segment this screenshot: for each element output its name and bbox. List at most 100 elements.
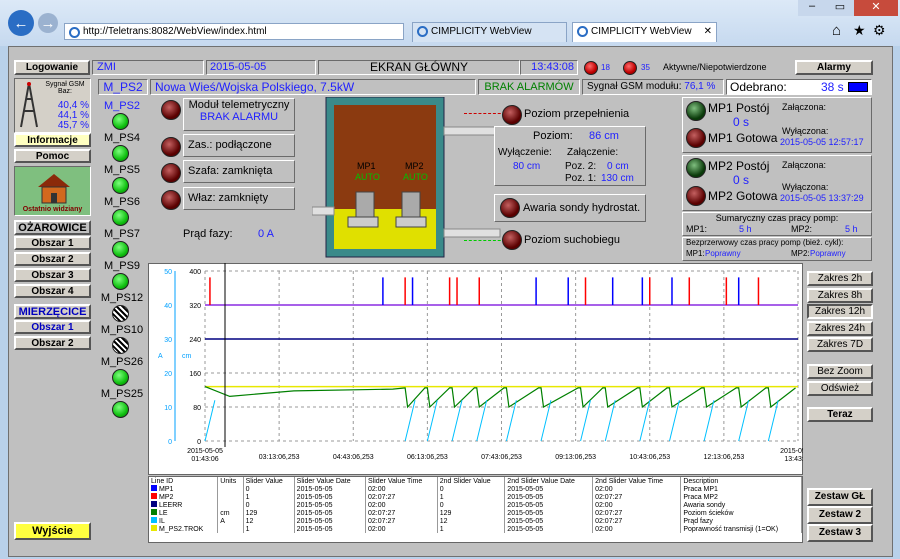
range-button-3[interactable]: Zakres 24h xyxy=(807,320,873,336)
ozarowice-header: OŻAROWICE xyxy=(14,220,91,235)
legend-value: Praca MP1 xyxy=(683,485,718,493)
legend-cell: 02:00 xyxy=(592,501,682,509)
minimize-icon[interactable]: – xyxy=(798,0,826,16)
mierz-obszar-1[interactable]: Obszar 1 xyxy=(14,320,91,334)
legend-cell: 02:07:27 xyxy=(365,493,438,501)
legend-row[interactable]: MP1 0 2015-05-05 02:00 0 2015-05-05 02:00 Praca… xyxy=(149,485,802,493)
recent-label: Ostatnio widziany xyxy=(22,206,83,213)
station-led-8[interactable] xyxy=(112,369,129,386)
legend-value: 2015-05-05 xyxy=(507,517,544,525)
range-button-0[interactable]: Zakres 2h xyxy=(807,271,873,286)
address-bar[interactable]: http://Teletrans:8082/WebView/index.html xyxy=(64,23,404,40)
favorites-icon[interactable]: ★ xyxy=(853,22,866,39)
ozar-obszar-1[interactable]: Obszar 1 xyxy=(14,236,91,250)
legend-cell: Prąd fazy xyxy=(680,517,802,525)
legend-cell: 2015-05-05 xyxy=(504,493,594,501)
station-label-6[interactable]: M_PS12 xyxy=(98,292,146,304)
alarm-led-1 xyxy=(584,61,598,75)
mp2-off-time: 2015-05-05 13:37:29 xyxy=(780,193,864,203)
station-led-7[interactable] xyxy=(112,337,129,354)
maximize-icon[interactable]: ▭ xyxy=(826,0,854,16)
header-date: 2015-05-05 xyxy=(206,60,316,75)
legend-cell: 02:07:27 xyxy=(592,493,682,501)
cont-title: Bezprzerwowy czas pracy pomp (bież. cykl… xyxy=(686,238,844,247)
station-led-3[interactable] xyxy=(112,209,129,226)
sum-mp1: 5 h xyxy=(739,224,752,234)
legend-value: 02:00 xyxy=(595,525,613,533)
mp1-off-time: 2015-05-05 12:57:17 xyxy=(780,137,864,147)
legend-value: 02:07:27 xyxy=(367,493,396,501)
range-button-2[interactable]: Zakres 12h xyxy=(807,304,873,319)
station-led-1[interactable] xyxy=(112,145,129,162)
legend-cell: 2015-05-05 xyxy=(294,525,366,533)
station-led-9[interactable] xyxy=(112,401,129,418)
legend-value: Praca MP2 xyxy=(683,493,718,501)
ozar-obszar-3[interactable]: Obszar 3 xyxy=(14,268,91,282)
forward-button[interactable]: → xyxy=(38,13,58,33)
station-label-4[interactable]: M_PS7 xyxy=(98,228,146,240)
ie-icon xyxy=(577,26,588,37)
poz1-value: 130 cm xyxy=(601,173,634,184)
legend-value: MP1 xyxy=(159,486,174,493)
legend-cell: 129 xyxy=(437,509,506,517)
home-icon[interactable]: ⌂ xyxy=(832,22,841,39)
legend-row[interactable]: LE cm 129 2015-05-05 02:07:27 129 2015-05-05 02… xyxy=(149,509,802,517)
alarm-count-2: 35 xyxy=(641,63,650,72)
legend-value: 2015-05-05 xyxy=(296,501,333,509)
sum-title: Sumaryczny czas pracy pomp: xyxy=(715,213,839,223)
login-button[interactable]: Logowanie xyxy=(14,60,90,75)
set-2-button[interactable]: Zestaw 2 xyxy=(807,506,873,524)
legend-header-cell: 2nd Slider Value Date xyxy=(504,477,594,485)
station-label-9[interactable]: M_PS25 xyxy=(98,388,146,400)
alarms-button[interactable]: Alarmy xyxy=(795,60,873,75)
station-led-4[interactable] xyxy=(112,241,129,258)
legend-header-cell: Slider Value xyxy=(243,477,295,485)
station-label-2[interactable]: M_PS5 xyxy=(98,164,146,176)
y-tick-label: 0 xyxy=(197,439,201,446)
legend-header-cell: Units xyxy=(217,477,244,485)
mp1-stop-label: MP1 Postój xyxy=(708,101,770,115)
ozar-obszar-2[interactable]: Obszar 2 xyxy=(14,252,91,266)
station-led-5[interactable] xyxy=(112,273,129,290)
legend-row[interactable]: LEERR 0 2015-05-05 02:00 0 2015-05-05 02:00 Awa… xyxy=(149,501,802,509)
station-label-7[interactable]: M_PS10 xyxy=(98,324,146,336)
mierz-obszar-2[interactable]: Obszar 2 xyxy=(14,336,91,350)
station-label-5[interactable]: M_PS9 xyxy=(98,260,146,272)
station-led-6[interactable] xyxy=(112,305,129,322)
phase-value: 0 A xyxy=(258,228,274,240)
range-button-4[interactable]: Zakres 7D xyxy=(807,337,873,352)
legend-row[interactable]: M_PS2.TROK 1 2015-05-05 02:00 1 2015-05-05 02:… xyxy=(149,525,802,533)
close-tab-icon[interactable]: ✕ xyxy=(704,23,712,41)
close-window-icon[interactable]: ✕ xyxy=(854,0,898,16)
tab-2[interactable]: CIMPLICITY WebView ✕ xyxy=(572,22,717,42)
gear-icon[interactable]: ⚙ xyxy=(873,22,886,39)
power-status: Zas.: podłączone xyxy=(183,134,295,157)
tab-1[interactable]: CIMPLICITY WebView xyxy=(412,22,567,42)
legend-cell: 02:07:27 xyxy=(365,517,438,525)
station-led-0[interactable] xyxy=(112,113,129,130)
legend-cell: 02:07:27 xyxy=(365,509,438,517)
tank-mp1-label: MP1 xyxy=(357,161,376,171)
station-label-1[interactable]: M_PS4 xyxy=(98,132,146,144)
set-gl-button[interactable]: Zestaw GŁ xyxy=(807,488,873,506)
station-label-8[interactable]: M_PS26 xyxy=(98,356,146,368)
refresh-button[interactable]: Odśwież xyxy=(807,381,873,396)
legend-cell: Awaria sondy xyxy=(680,501,802,509)
info-button[interactable]: Informacje xyxy=(14,133,91,147)
station-label-0[interactable]: M_PS2 xyxy=(98,100,146,112)
station-id: M_PS2 xyxy=(98,79,148,95)
series-swatch xyxy=(151,525,157,531)
range-button-1[interactable]: Zakres 8h xyxy=(807,287,873,303)
set-3-button[interactable]: Zestaw 3 xyxy=(807,524,873,542)
legend-row[interactable]: MP2 1 2015-05-05 02:07:27 1 2015-05-05 02:07:2… xyxy=(149,493,802,501)
legend-row[interactable]: IL A 12 2015-05-05 02:07:27 12 2015-05-05 02:07… xyxy=(149,517,802,525)
help-button[interactable]: Pomoc xyxy=(14,149,91,163)
station-label-3[interactable]: M_PS6 xyxy=(98,196,146,208)
ozar-obszar-4[interactable]: Obszar 4 xyxy=(14,284,91,298)
now-button[interactable]: Teraz xyxy=(807,407,873,422)
station-led-2[interactable] xyxy=(112,177,129,194)
nozoom-button[interactable]: Bez Zoom xyxy=(807,364,873,379)
legend-cell: 02:00 xyxy=(365,525,438,533)
exit-button[interactable]: Wyjście xyxy=(14,522,91,540)
back-button[interactable]: ← xyxy=(8,10,34,36)
